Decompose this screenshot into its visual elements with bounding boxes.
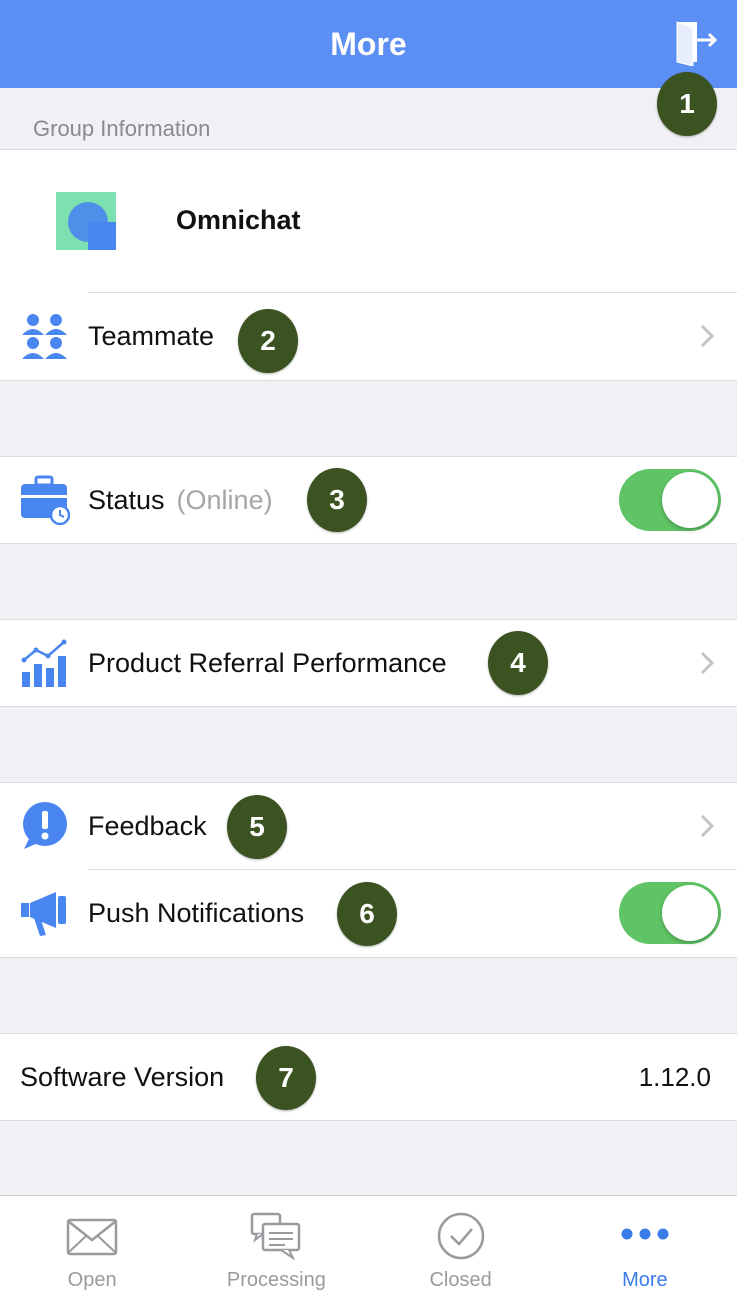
- feedback-label: Feedback: [88, 810, 207, 841]
- check-circle-icon: [437, 1212, 484, 1260]
- status-toggle[interactable]: [619, 469, 721, 531]
- chevron-right-icon: [700, 814, 715, 838]
- section-label-group-info: Group Information: [33, 116, 211, 141]
- chevron-right-icon: [700, 651, 715, 675]
- tab-processing[interactable]: Processing: [184, 1196, 368, 1295]
- software-version-label: Software Version: [20, 1061, 225, 1092]
- tab-closed-label: Closed: [429, 1269, 492, 1291]
- feedback-row[interactable]: Feedback: [0, 783, 737, 869]
- status-block: Status (Online): [0, 456, 737, 544]
- annotation-marker-7: 7: [256, 1046, 316, 1110]
- envelope-icon: [66, 1218, 118, 1256]
- group-name: Omnichat: [176, 205, 301, 235]
- megaphone-icon: [21, 892, 66, 936]
- tab-open[interactable]: Open: [0, 1196, 184, 1295]
- chat-bubbles-icon: [251, 1212, 301, 1260]
- tab-closed[interactable]: Closed: [369, 1196, 553, 1295]
- teammate-label: Teammate: [88, 320, 215, 351]
- push-notifications-label: Push Notifications: [88, 897, 305, 928]
- more-dots-icon: [621, 1228, 669, 1240]
- status-row: Status (Online): [0, 457, 737, 543]
- annotation-marker-6: 6: [337, 882, 397, 946]
- annotation-marker-1: 1: [657, 72, 717, 136]
- omnichat-logo: [56, 192, 116, 250]
- status-online-text: (Online): [176, 484, 273, 515]
- software-version-block: Software Version 1.12.0: [0, 1033, 737, 1121]
- toggle-knob: [662, 885, 718, 941]
- software-version-value: 1.12.0: [638, 1061, 711, 1092]
- status-label: Status (Online): [88, 485, 273, 516]
- chevron-right-icon: [700, 324, 715, 348]
- push-notifications-toggle[interactable]: [619, 882, 721, 944]
- referral-block: Product Referral Performance: [0, 619, 737, 707]
- teammate-row[interactable]: Teammate: [0, 293, 737, 379]
- briefcase-clock-icon: [21, 475, 70, 525]
- status-title: Status: [88, 484, 165, 515]
- logout-icon[interactable]: [671, 18, 719, 66]
- tab-open-label: Open: [67, 1269, 117, 1291]
- toggle-knob: [662, 472, 718, 528]
- software-version-row: Software Version 1.12.0: [0, 1034, 737, 1120]
- tab-more-label: More: [622, 1269, 668, 1291]
- tab-more[interactable]: More: [553, 1196, 737, 1295]
- annotation-marker-4: 4: [488, 631, 548, 695]
- tab-processing-label: Processing: [226, 1269, 326, 1291]
- annotation-marker-3: 3: [307, 468, 367, 532]
- annotation-marker-2: 2: [238, 309, 298, 373]
- feedback-alert-icon: [23, 802, 67, 849]
- bottom-tab-bar: Open Processing Closed More: [0, 1195, 737, 1295]
- product-referral-row[interactable]: Product Referral Performance: [0, 620, 737, 706]
- page-title: More: [330, 25, 407, 62]
- bar-chart-icon: [21, 639, 67, 687]
- group-info-block: Omnichat Teammate: [0, 149, 737, 381]
- teammates-icon: [22, 314, 67, 359]
- annotation-marker-5: 5: [227, 795, 287, 859]
- header-bar: More: [0, 0, 737, 88]
- product-referral-label: Product Referral Performance: [88, 647, 447, 678]
